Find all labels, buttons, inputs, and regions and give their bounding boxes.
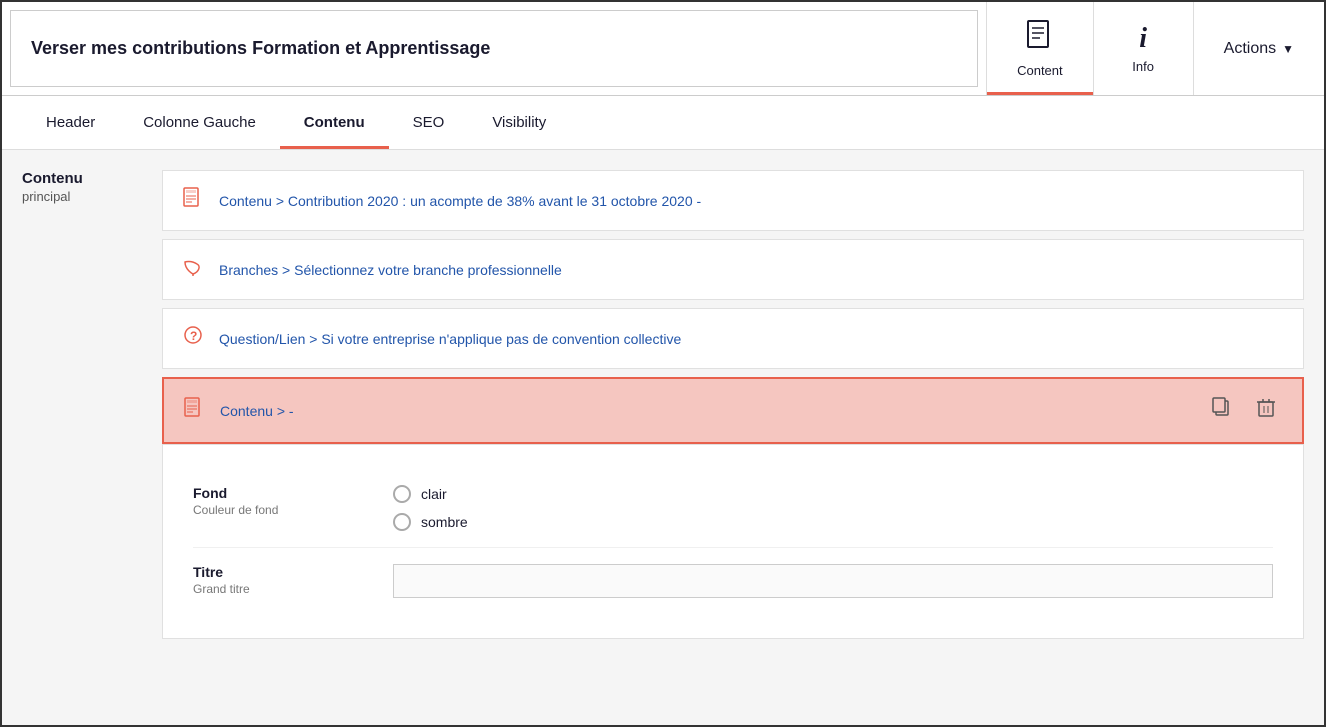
list-item-text: Branches > Sélectionnez votre branche pr…: [219, 262, 562, 278]
main-content: Header Colonne Gauche Contenu SEO Visibi…: [2, 96, 1324, 725]
selected-item-actions: [1206, 395, 1282, 426]
radio-circle-sombre: [393, 513, 411, 531]
content-area: Contenu principal: [2, 150, 1324, 725]
list-item-text: Contenu > -: [220, 403, 294, 419]
radio-group-fond: clair sombre: [393, 485, 1273, 531]
info-tab-label: Info: [1132, 59, 1154, 74]
tab-info[interactable]: i Info: [1093, 2, 1193, 95]
radio-clair[interactable]: clair: [393, 485, 1273, 503]
copy-button[interactable]: [1206, 395, 1238, 426]
list-item-text: Question/Lien > Si votre entreprise n'ap…: [219, 331, 681, 347]
delete-button[interactable]: [1250, 395, 1282, 426]
question-icon: ?: [183, 325, 203, 352]
sidebar-label-main: Contenu: [22, 170, 142, 187]
fond-label-main: Fond: [193, 485, 393, 501]
detail-panel: Fond Couleur de fond clair: [162, 444, 1304, 639]
radio-circle-clair: [393, 485, 411, 503]
list-item-text: Contenu > Contribution 2020 : un acompte…: [219, 193, 701, 209]
fond-row: Fond Couleur de fond clair: [193, 469, 1273, 548]
header-actions: Content i Info Actions ▼: [986, 2, 1324, 95]
sidebar-label: Contenu principal: [22, 170, 142, 705]
fond-field: clair sombre: [393, 485, 1273, 531]
titre-label-main: Titre: [193, 564, 393, 580]
chevron-down-icon: ▼: [1282, 42, 1294, 56]
radio-label-sombre: sombre: [421, 514, 468, 530]
tabs-row: Header Colonne Gauche Contenu SEO Visibi…: [2, 96, 1324, 150]
list-item[interactable]: ? Question/Lien > Si votre entreprise n'…: [162, 308, 1304, 369]
page-title: Verser mes contributions Formation et Ap…: [31, 38, 490, 59]
radio-label-clair: clair: [421, 486, 447, 502]
content-tab-label: Content: [1017, 63, 1063, 78]
tab-actions[interactable]: Actions ▼: [1193, 2, 1324, 95]
content-icon: [1026, 20, 1054, 59]
titre-input[interactable]: [393, 564, 1273, 598]
content-list: Contenu > Contribution 2020 : un acompte…: [162, 170, 1304, 705]
leaf-icon: [183, 256, 203, 283]
titre-field: [393, 564, 1273, 598]
radio-sombre[interactable]: sombre: [393, 513, 1273, 531]
tab-header[interactable]: Header: [22, 96, 119, 149]
list-item[interactable]: Branches > Sélectionnez votre branche pr…: [162, 239, 1304, 300]
svg-text:?: ?: [190, 329, 197, 343]
document-icon: [184, 397, 204, 424]
info-icon: i: [1139, 23, 1147, 55]
document-icon: [183, 187, 203, 214]
title-area: Verser mes contributions Formation et Ap…: [10, 10, 978, 87]
actions-label: Actions: [1224, 40, 1276, 58]
tab-content[interactable]: Content: [986, 2, 1093, 95]
titre-row: Titre Grand titre: [193, 548, 1273, 614]
main-window: Verser mes contributions Formation et Ap…: [0, 0, 1326, 727]
titre-label: Titre Grand titre: [193, 564, 393, 596]
tab-seo[interactable]: SEO: [389, 96, 469, 149]
list-item-selected[interactable]: Contenu > -: [162, 377, 1304, 444]
fond-label: Fond Couleur de fond: [193, 485, 393, 517]
list-item[interactable]: Contenu > Contribution 2020 : un acompte…: [162, 170, 1304, 231]
header-bar: Verser mes contributions Formation et Ap…: [2, 2, 1324, 96]
tab-colonne-gauche[interactable]: Colonne Gauche: [119, 96, 280, 149]
titre-label-sub: Grand titre: [193, 582, 393, 596]
tab-visibility[interactable]: Visibility: [468, 96, 570, 149]
fond-label-sub: Couleur de fond: [193, 503, 393, 517]
tab-contenu[interactable]: Contenu: [280, 96, 389, 149]
sidebar-label-sub: principal: [22, 189, 142, 204]
